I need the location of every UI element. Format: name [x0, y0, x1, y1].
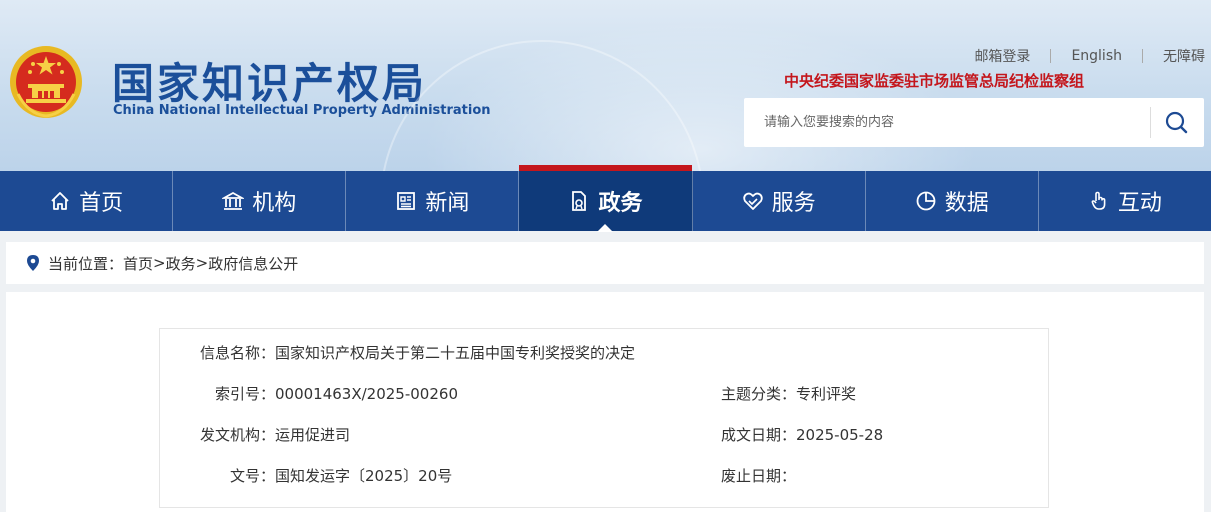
institution-icon [222, 191, 245, 210]
nav-item-interaction[interactable]: 互动 [1039, 171, 1211, 231]
english-link[interactable]: English [1071, 48, 1122, 64]
top-links: 邮箱登录 English 无障碍 [974, 46, 1205, 66]
breadcrumb-prefix: 当前位置： [48, 254, 124, 273]
nav-item-label: 新闻 [425, 191, 470, 216]
link-divider [1050, 49, 1052, 63]
site-logo-subtitle: China National Intellectual Property Adm… [113, 103, 491, 118]
search-box [744, 98, 1204, 147]
search-input[interactable] [744, 98, 1144, 147]
nav-item-label: 机构 [252, 191, 297, 216]
document-info-table: 信息名称：国家知识产权局关于第二十五届中国专利奖授奖的决定 索引号：000014… [159, 328, 1049, 508]
home-icon [51, 192, 69, 210]
breadcrumb-separator: > [195, 254, 209, 272]
info-row-topic: 主题分类：专利评奖 [680, 383, 856, 405]
breadcrumb-current[interactable]: 政府信息公开 [208, 253, 298, 274]
info-value: 运用促进司 [275, 426, 351, 444]
info-row-abolish: 废止日期： [680, 465, 796, 487]
email-login-link[interactable]: 邮箱登录 [974, 46, 1030, 66]
info-label: 信息名称： [199, 344, 275, 362]
info-row-index: 索引号：00001463X/2025-00260 [160, 383, 458, 405]
search-icon[interactable] [1158, 106, 1196, 139]
nav-item-label: 政务 [598, 191, 643, 216]
nav-item-news[interactable]: 新闻 [346, 171, 520, 231]
info-value: 00001463X/2025-00260 [275, 385, 458, 403]
info-label: 索引号： [214, 385, 275, 403]
link-divider [1142, 49, 1143, 63]
service-icon [742, 192, 763, 210]
site-header: 国家知识产权局 China National Intellectual Prop… [0, 0, 1211, 171]
breadcrumb-section-link[interactable]: 政务 [166, 253, 196, 274]
nav-item-service[interactable]: 服务 [693, 171, 866, 231]
info-row-docno: 文号：国知发运字〔2025〕20号 [160, 465, 452, 487]
location-pin-icon [27, 255, 39, 271]
info-label: 主题分类： [720, 385, 796, 403]
info-value: 2025-05-28 [796, 426, 884, 444]
interaction-icon [1091, 191, 1106, 210]
search-divider [1150, 107, 1151, 138]
info-label: 发文机构： [199, 426, 275, 444]
news-icon [397, 192, 416, 210]
main-nav: 首页 机构 新闻 政务 服务 数据 互动 [0, 165, 1211, 232]
nav-item-label: 互动 [1117, 191, 1162, 216]
info-row-date: 成文日期：2025-05-28 [680, 424, 883, 446]
government-affairs-icon [572, 191, 587, 211]
content-panel: 信息名称：国家知识产权局关于第二十五届中国专利奖授奖的决定 索引号：000014… [6, 292, 1204, 512]
info-value: 国知发运字〔2025〕20号 [275, 467, 453, 485]
info-row-name: 信息名称：国家知识产权局关于第二十五届中国专利奖授奖的决定 [160, 342, 635, 364]
breadcrumb-home-link[interactable]: 首页 [123, 253, 153, 274]
data-icon [916, 191, 936, 211]
nav-item-government-affairs[interactable]: 政务 [519, 165, 693, 232]
nav-item-data[interactable]: 数据 [866, 171, 1039, 231]
info-value: 专利评奖 [796, 385, 857, 403]
info-label: 废止日期： [720, 467, 796, 485]
breadcrumb: 当前位置： 首页 > 政务 > 政府信息公开 [6, 242, 1204, 284]
nav-item-institution[interactable]: 机构 [173, 171, 347, 231]
accessibility-link[interactable]: 无障碍 [1163, 46, 1205, 66]
info-label: 成文日期： [720, 426, 796, 444]
discipline-inspection-link[interactable]: 中央纪委国家监委驻市场监管总局纪检监察组 [784, 70, 1084, 91]
info-label: 文号： [229, 467, 275, 485]
info-row-issuer: 发文机构：运用促进司 [160, 424, 350, 446]
site-logo-title: 国家知识产权局 [112, 59, 428, 108]
breadcrumb-separator: > [153, 254, 166, 272]
nav-item-label: 服务 [771, 191, 816, 216]
info-value: 国家知识产权局关于第二十五届中国专利奖授奖的决定 [275, 344, 636, 362]
nav-item-label: 数据 [944, 191, 989, 216]
national-emblem-icon [10, 46, 82, 118]
nav-item-home[interactable]: 首页 [0, 171, 174, 231]
nav-item-label: 首页 [79, 191, 124, 216]
